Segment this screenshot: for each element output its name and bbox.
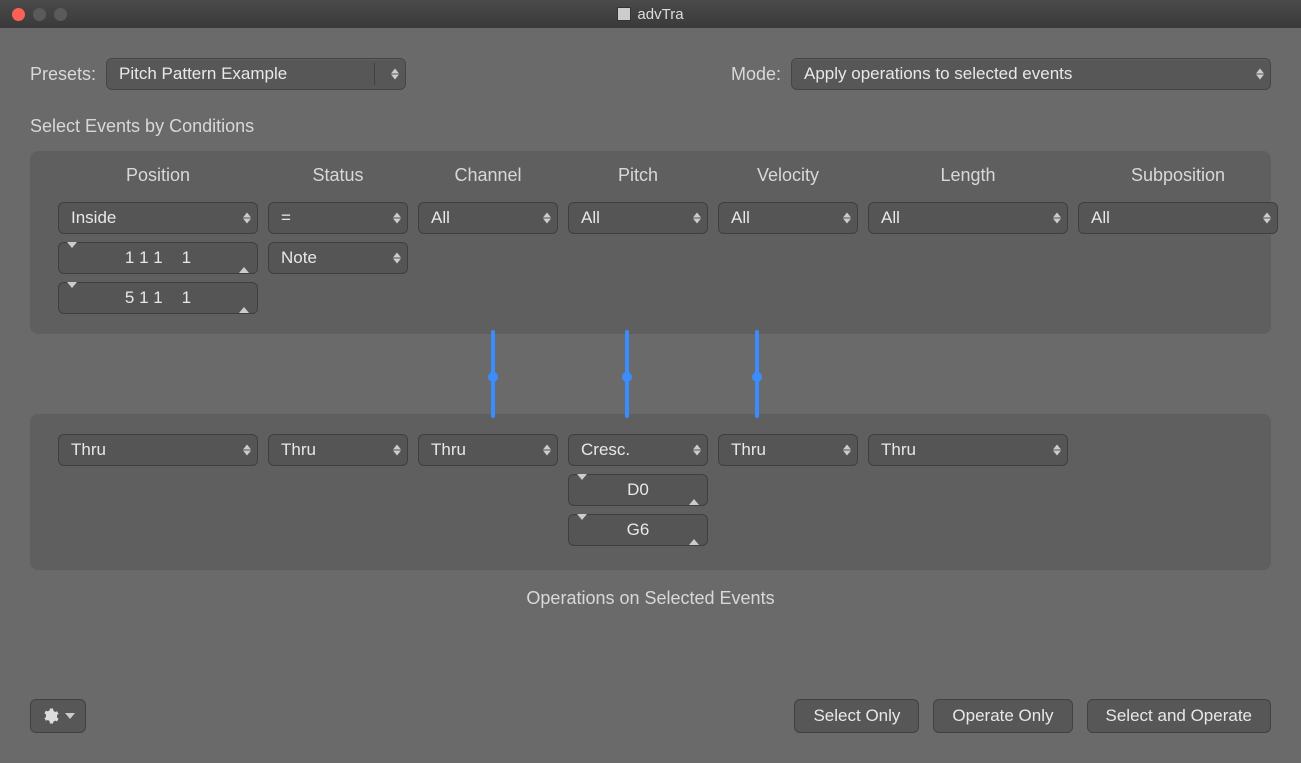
col-pitch: Pitch [568, 165, 708, 186]
op-length-dropdown[interactable]: Thru [868, 434, 1068, 466]
position-value2-stepper[interactable]: 5 1 1 1 [58, 282, 258, 314]
col-velocity: Velocity [718, 165, 858, 186]
updown-icon [243, 213, 251, 224]
connector-channel[interactable] [491, 330, 495, 418]
chevron-up-icon[interactable] [239, 288, 249, 308]
updown-icon [391, 69, 399, 80]
col-length: Length [868, 165, 1068, 186]
select-only-button[interactable]: Select Only [794, 699, 919, 733]
updown-icon [1053, 213, 1061, 224]
mode-dropdown[interactable]: Apply operations to selected events [791, 58, 1271, 90]
status-type-dropdown[interactable]: Note [268, 242, 408, 274]
window-title-text: advTra [637, 6, 683, 23]
op-pitch-value2-stepper[interactable]: G6 [568, 514, 708, 546]
subposition-op-dropdown[interactable]: All [1078, 202, 1278, 234]
select-and-operate-button[interactable]: Select and Operate [1087, 699, 1271, 733]
updown-icon [1053, 445, 1061, 456]
chevron-down-icon[interactable] [577, 480, 587, 500]
velocity-op-dropdown[interactable]: All [718, 202, 858, 234]
op-pitch-dropdown[interactable]: Cresc. [568, 434, 708, 466]
chevron-down-icon [65, 713, 75, 719]
mode-value: Apply operations to selected events [804, 64, 1072, 84]
operate-only-button[interactable]: Operate Only [933, 699, 1072, 733]
op-velocity-dropdown[interactable]: Thru [718, 434, 858, 466]
col-subposition: Subposition [1078, 165, 1278, 186]
status-op-dropdown[interactable]: = [268, 202, 408, 234]
op-pitch-value1-stepper[interactable]: D0 [568, 474, 708, 506]
col-channel: Channel [418, 165, 558, 186]
updown-icon [543, 445, 551, 456]
updown-icon [393, 213, 401, 224]
length-op-dropdown[interactable]: All [868, 202, 1068, 234]
chevron-up-icon[interactable] [689, 520, 699, 540]
footer: Select Only Operate Only Select and Oper… [30, 699, 1271, 733]
updown-icon [243, 445, 251, 456]
chevron-up-icon[interactable] [689, 480, 699, 500]
updown-icon [843, 213, 851, 224]
window-title: advTra [0, 6, 1301, 23]
conditions-panel: Position Inside 1 1 1 1 5 1 1 1 [30, 151, 1271, 334]
operations-panel: Thru Thru Thru [30, 414, 1271, 570]
chevron-up-icon[interactable] [239, 248, 249, 268]
presets-dropdown[interactable]: Pitch Pattern Example [106, 58, 406, 90]
window: advTra Presets: Pitch Pattern Example Mo… [0, 0, 1301, 763]
updown-icon [843, 445, 851, 456]
updown-icon [693, 213, 701, 224]
pitch-op-dropdown[interactable]: All [568, 202, 708, 234]
updown-icon [1263, 213, 1271, 224]
connector-velocity[interactable] [755, 330, 759, 418]
updown-icon [693, 445, 701, 456]
app-icon [617, 7, 631, 21]
updown-icon [543, 213, 551, 224]
updown-icon [1256, 69, 1264, 80]
position-value1-stepper[interactable]: 1 1 1 1 [58, 242, 258, 274]
chevron-down-icon[interactable] [67, 248, 77, 268]
chevron-down-icon[interactable] [577, 520, 587, 540]
connectors [30, 334, 1271, 414]
col-status: Status [268, 165, 408, 186]
connector-pitch[interactable] [625, 330, 629, 418]
position-op-dropdown[interactable]: Inside [58, 202, 258, 234]
presets-value: Pitch Pattern Example [119, 64, 287, 84]
updown-icon [393, 253, 401, 264]
op-channel-dropdown[interactable]: Thru [418, 434, 558, 466]
titlebar: advTra [0, 0, 1301, 28]
mode-label: Mode: [731, 64, 781, 85]
presets-label: Presets: [30, 64, 96, 85]
gear-icon [41, 707, 59, 725]
content: Presets: Pitch Pattern Example Mode: App… [0, 28, 1301, 609]
updown-icon [393, 445, 401, 456]
top-row: Presets: Pitch Pattern Example Mode: App… [30, 58, 1271, 90]
conditions-title: Select Events by Conditions [30, 116, 1271, 137]
chevron-down-icon[interactable] [67, 288, 77, 308]
channel-op-dropdown[interactable]: All [418, 202, 558, 234]
col-position: Position [58, 165, 258, 186]
op-position-dropdown[interactable]: Thru [58, 434, 258, 466]
gear-menu-button[interactable] [30, 699, 86, 733]
operations-caption: Operations on Selected Events [30, 588, 1271, 609]
op-status-dropdown[interactable]: Thru [268, 434, 408, 466]
